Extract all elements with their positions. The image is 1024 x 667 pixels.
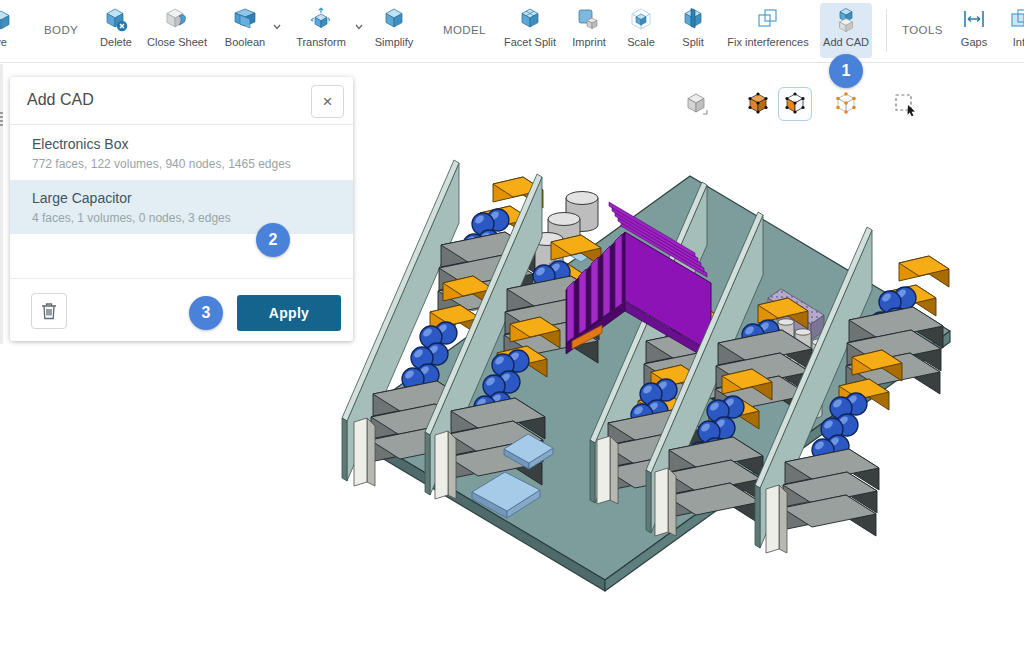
- cad-part-list: Electronics Box 772 faces, 122 volumes, …: [10, 126, 353, 234]
- add-cad-icon: [822, 7, 870, 34]
- toolbar-item-close-sheet[interactable]: Close Sheet: [143, 7, 211, 48]
- list-item-large-capacitor[interactable]: Large Capacitor 4 faces, 1 volumes, 0 no…: [10, 180, 353, 234]
- panel-title: Add CAD: [27, 91, 94, 109]
- toolbar-item-add-cad[interactable]: Add CAD: [822, 7, 870, 48]
- simplify-icon: [368, 7, 420, 34]
- view-box-select-button[interactable]: [888, 87, 922, 121]
- view-face-select-button[interactable]: [778, 87, 812, 121]
- gaps-icon: [956, 7, 992, 34]
- close-sheet-icon: [143, 7, 211, 34]
- toolbar-item-move[interactable]: ve: [0, 7, 18, 48]
- interferences-icon: [1002, 7, 1024, 34]
- scale-icon: [621, 7, 661, 34]
- transform-chevron-icon[interactable]: [354, 23, 364, 31]
- transform-icon: [290, 7, 352, 34]
- fix-interferences-icon: [722, 7, 814, 34]
- toolbar-item-imprint[interactable]: Imprint: [566, 7, 612, 48]
- panel-resize-grip[interactable]: [0, 112, 3, 128]
- toolbar-item-fix-interferences[interactable]: Fix interferences: [722, 7, 814, 48]
- toolbar-divider: [886, 10, 887, 52]
- panel-header: Add CAD ×: [10, 77, 353, 125]
- add-cad-panel: Add CAD × Electronics Box 772 faces, 122…: [10, 77, 353, 341]
- step-badge-2: 2: [256, 223, 290, 257]
- toolbar-item-split[interactable]: Split: [674, 7, 712, 48]
- panel-footer: Apply: [10, 278, 353, 341]
- top-toolbar: ve BODY Delete Close Sheet Boolean Trans…: [0, 0, 1024, 63]
- toolbar-item-scale[interactable]: Scale: [621, 7, 661, 48]
- toolbar-item-boolean[interactable]: Boolean: [220, 7, 270, 48]
- view-body-select-button[interactable]: [741, 87, 775, 121]
- toolbar-item-simplify[interactable]: Simplify: [368, 7, 420, 48]
- toolbar-section-model: MODEL: [443, 24, 486, 36]
- trash-icon: [41, 302, 57, 320]
- step-badge-1: 1: [829, 54, 863, 88]
- imprint-icon: [566, 7, 612, 34]
- step-badge-3: 3: [189, 296, 223, 330]
- panel-edge-strip: [0, 64, 3, 344]
- toolbar-item-interferences[interactable]: Inte: [1002, 7, 1024, 48]
- toolbar-item-delete[interactable]: Delete: [95, 7, 137, 48]
- delete-icon: [95, 7, 137, 34]
- panel-close-button[interactable]: ×: [311, 85, 344, 118]
- toolbar-item-gaps[interactable]: Gaps: [956, 7, 992, 48]
- delete-part-button[interactable]: [31, 293, 67, 329]
- toolbar-section-body: BODY: [44, 24, 78, 36]
- list-item-electronics-box[interactable]: Electronics Box 772 faces, 122 volumes, …: [10, 126, 353, 180]
- view-vertex-select-button[interactable]: [829, 87, 863, 121]
- toolbar-item-facet-split[interactable]: Facet Split: [500, 7, 560, 48]
- app-root: ve BODY Delete Close Sheet Boolean Trans…: [0, 0, 1024, 667]
- toolbar-item-transform[interactable]: Transform: [290, 7, 352, 48]
- split-icon: [674, 7, 712, 34]
- facet-split-icon: [500, 7, 560, 34]
- boolean-chevron-icon[interactable]: [272, 23, 282, 31]
- view-shaded-button[interactable]: [679, 87, 713, 121]
- boolean-icon: [220, 7, 270, 34]
- toolbar-section-tools: TOOLS: [902, 24, 943, 36]
- apply-button[interactable]: Apply: [237, 295, 341, 331]
- move-icon: [0, 7, 18, 34]
